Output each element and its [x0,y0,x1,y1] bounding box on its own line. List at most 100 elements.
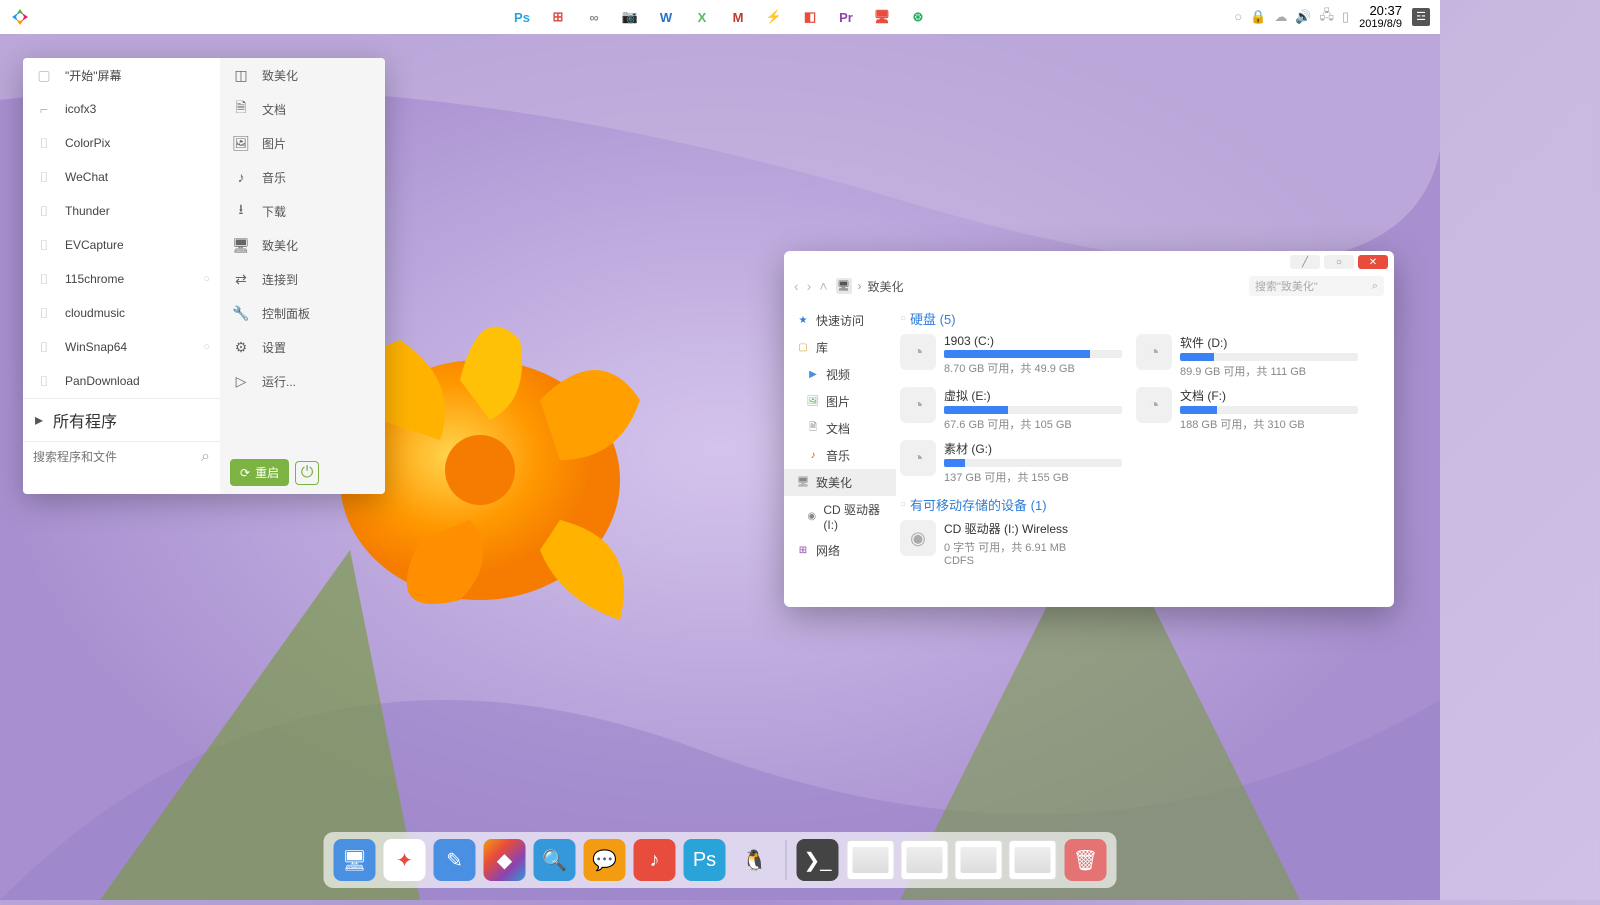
sidebar-item[interactable]: 🖼图片 [784,388,896,415]
start-place-item[interactable]: 🔧控制面板 [220,296,385,330]
start-button[interactable] [0,7,40,27]
breadcrumb-label: 致美化 [868,278,904,295]
menubar-app-icon[interactable]: 📷 [621,8,639,26]
removable-drive[interactable]: ◉ CD 驱动器 (I:) Wireless 0 字节 可用，共 6.91 MB… [900,520,1122,567]
start-place-item[interactable]: ⚙设置 [220,330,385,364]
drive-usage-bar [944,406,1122,414]
start-place-item[interactable]: ◫致美化 [220,58,385,92]
menubar-app-icon[interactable]: 🖥 [873,8,891,26]
start-place-item[interactable]: ⇄连接到 [220,262,385,296]
explorer-titlebar[interactable]: ╱ ○ ✕ [784,251,1394,271]
nav-back-button[interactable]: ‹ [794,278,799,294]
drive-item[interactable]: ◔文档 (F:)188 GB 可用，共 310 GB [1136,387,1358,432]
minimize-button[interactable]: ╱ [1290,255,1320,269]
dock-window-thumb[interactable] [847,840,895,880]
menubar-app-icon[interactable]: ⊛ [909,8,927,26]
menubar-app-icon[interactable]: Ps [513,8,531,26]
menubar-app-icon[interactable]: ◧ [801,8,819,26]
sidebar-item[interactable]: ◉CD 驱动器 (I:) [784,496,896,537]
dock-app[interactable]: ✦ [384,839,426,881]
sidebar-icon: ◉ [806,510,817,524]
start-app-item[interactable]: ⌷ColorPix [23,126,220,160]
drive-item[interactable]: ◔虚拟 (E:)67.6 GB 可用，共 105 GB [900,387,1122,432]
start-app-item[interactable]: ▢"开始"屏幕 [23,58,220,92]
dock-app[interactable]: ◆ [484,839,526,881]
start-place-item[interactable]: ♪音乐 [220,160,385,194]
system-clock[interactable]: 20:37 2019/8/9 [1359,4,1402,30]
tray-icon[interactable]: ○ [1234,9,1242,24]
top-menubar: Ps ⊞ ∞ 📷 WXM ⚡ ◧ Pr 🖥 ⊛ ○ 🔒 ☁ 🔊 🖧 ▯ 20:37 2019/8/9 ☲ [0,0,1440,34]
restart-button[interactable]: ⟳ 重启 [230,459,289,486]
sidebar-item[interactable]: 🖥致美化 [784,469,896,496]
menubar-app-icon[interactable]: Pr [837,8,855,26]
breadcrumb[interactable]: 🖥 › 致美化 [836,278,904,295]
start-app-item[interactable]: ⌷115chrome○ [23,262,220,296]
dock-app[interactable]: ✎ [434,839,476,881]
explorer-sidebar: ★快速访问▢库▶视频🖼图片🗎文档♪音乐🖥致美化◉CD 驱动器 (I:)⊞网络 [784,301,896,607]
start-place-item[interactable]: 🗎文档 [220,92,385,126]
dock-app[interactable]: 🔍 [534,839,576,881]
dock-window-thumb[interactable] [1009,840,1057,880]
tray-icon[interactable]: 🔊 [1295,9,1311,25]
tray-icon[interactable]: 🖧 [1320,6,1335,28]
drives-section-header[interactable]: 硬盘 (5) [900,309,1384,328]
drive-item[interactable]: ◔素材 (G:)137 GB 可用，共 155 GB [900,440,1122,485]
start-app-item[interactable]: ⌷Thunder [23,194,220,228]
start-search-input[interactable] [33,450,201,464]
start-place-item[interactable]: ⭳下载 [220,194,385,228]
start-app-item[interactable]: ⌷EVCapture [23,228,220,262]
drive-usage-text: 8.70 GB 可用，共 49.9 GB [944,360,1122,376]
explorer-search[interactable]: 搜索"致美化" ⌕ [1249,276,1384,296]
tray-icon[interactable]: ☁ [1274,9,1287,25]
start-app-item[interactable]: ⌷cloudmusic [23,296,220,330]
dock-trash[interactable]: 🗑 [1065,839,1107,881]
tray-icon[interactable]: ▯ [1342,9,1349,25]
trash-icon: 🗑 [1073,848,1098,873]
tray-icon[interactable]: 🔒 [1250,9,1266,25]
menubar-app-icon[interactable]: ∞ [585,8,603,26]
start-app-label: EVCapture [65,238,124,252]
sidebar-item[interactable]: ♪音乐 [784,442,896,469]
drive-item[interactable]: ◔软件 (D:)89.9 GB 可用，共 111 GB [1136,334,1358,379]
notification-icon[interactable]: ☲ [1412,8,1430,26]
dock-app[interactable]: 🖥 [334,839,376,881]
place-icon: ▷ [232,372,250,390]
dock-app[interactable]: Ps [684,839,726,881]
menubar-app-icon[interactable]: ⊞ [549,8,567,26]
sidebar-item[interactable]: ▢库 [784,334,896,361]
dock-app[interactable]: 🐧 [734,839,776,881]
sidebar-item[interactable]: ▶视频 [784,361,896,388]
start-search[interactable]: ⌕ [23,441,220,472]
start-app-item[interactable]: ⌷PanDownload [23,364,220,398]
start-place-item[interactable]: ▷运行... [220,364,385,398]
dock-app[interactable]: 💬 [584,839,626,881]
removable-section-header[interactable]: 有可移动存储的设备 (1) [900,495,1384,514]
drive-usage-text: 137 GB 可用，共 155 GB [944,469,1122,485]
sidebar-item[interactable]: 🗎文档 [784,415,896,442]
menubar-app-icon[interactable]: M [729,8,747,26]
dock-window-thumb[interactable] [955,840,1003,880]
maximize-button[interactable]: ○ [1324,255,1354,269]
start-app-item[interactable]: ⌐icofx3 [23,92,220,126]
nav-forward-button[interactable]: › [807,278,812,294]
dock-app[interactable]: ♪ [634,839,676,881]
menubar-app-icon[interactable]: X [693,8,711,26]
start-app-item[interactable]: ⌷WinSnap64○ [23,330,220,364]
start-place-label: 致美化 [262,237,298,254]
nav-up-button[interactable]: ˄ [819,278,827,294]
start-menu-left: ▢"开始"屏幕⌐icofx3⌷ColorPix⌷WeChat⌷Thunder⌷E… [23,58,220,494]
sidebar-item[interactable]: ⊞网络 [784,537,896,564]
drive-item[interactable]: ◔1903 (C:)8.70 GB 可用，共 49.9 GB [900,334,1122,379]
menubar-app-icon[interactable]: ⚡ [765,8,783,26]
start-place-item[interactable]: 🖼图片 [220,126,385,160]
dock-terminal[interactable]: ❯_ [797,839,839,881]
close-button[interactable]: ✕ [1358,255,1388,269]
start-app-item[interactable]: ⌷WeChat [23,160,220,194]
dock-window-thumb[interactable] [901,840,949,880]
app-icon: ▢ [35,66,53,84]
sidebar-item[interactable]: ★快速访问 [784,307,896,334]
menubar-app-icon[interactable]: W [657,8,675,26]
start-place-item[interactable]: 🖥致美化 [220,228,385,262]
power-options-button[interactable]: ⏻ [295,461,319,485]
all-programs-button[interactable]: ▸ 所有程序 [23,398,220,441]
